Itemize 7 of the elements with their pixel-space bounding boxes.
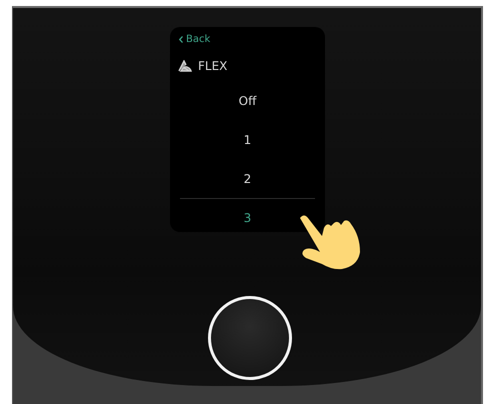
screen-title: FLEX [198,59,228,73]
option-item[interactable]: 1 [244,120,252,159]
option-item[interactable]: Off [238,81,256,120]
back-button[interactable]: Back [179,32,210,46]
option-item[interactable]: 3 [244,199,252,238]
option-item[interactable]: 2 [244,159,252,198]
chevron-left-icon [179,36,183,42]
